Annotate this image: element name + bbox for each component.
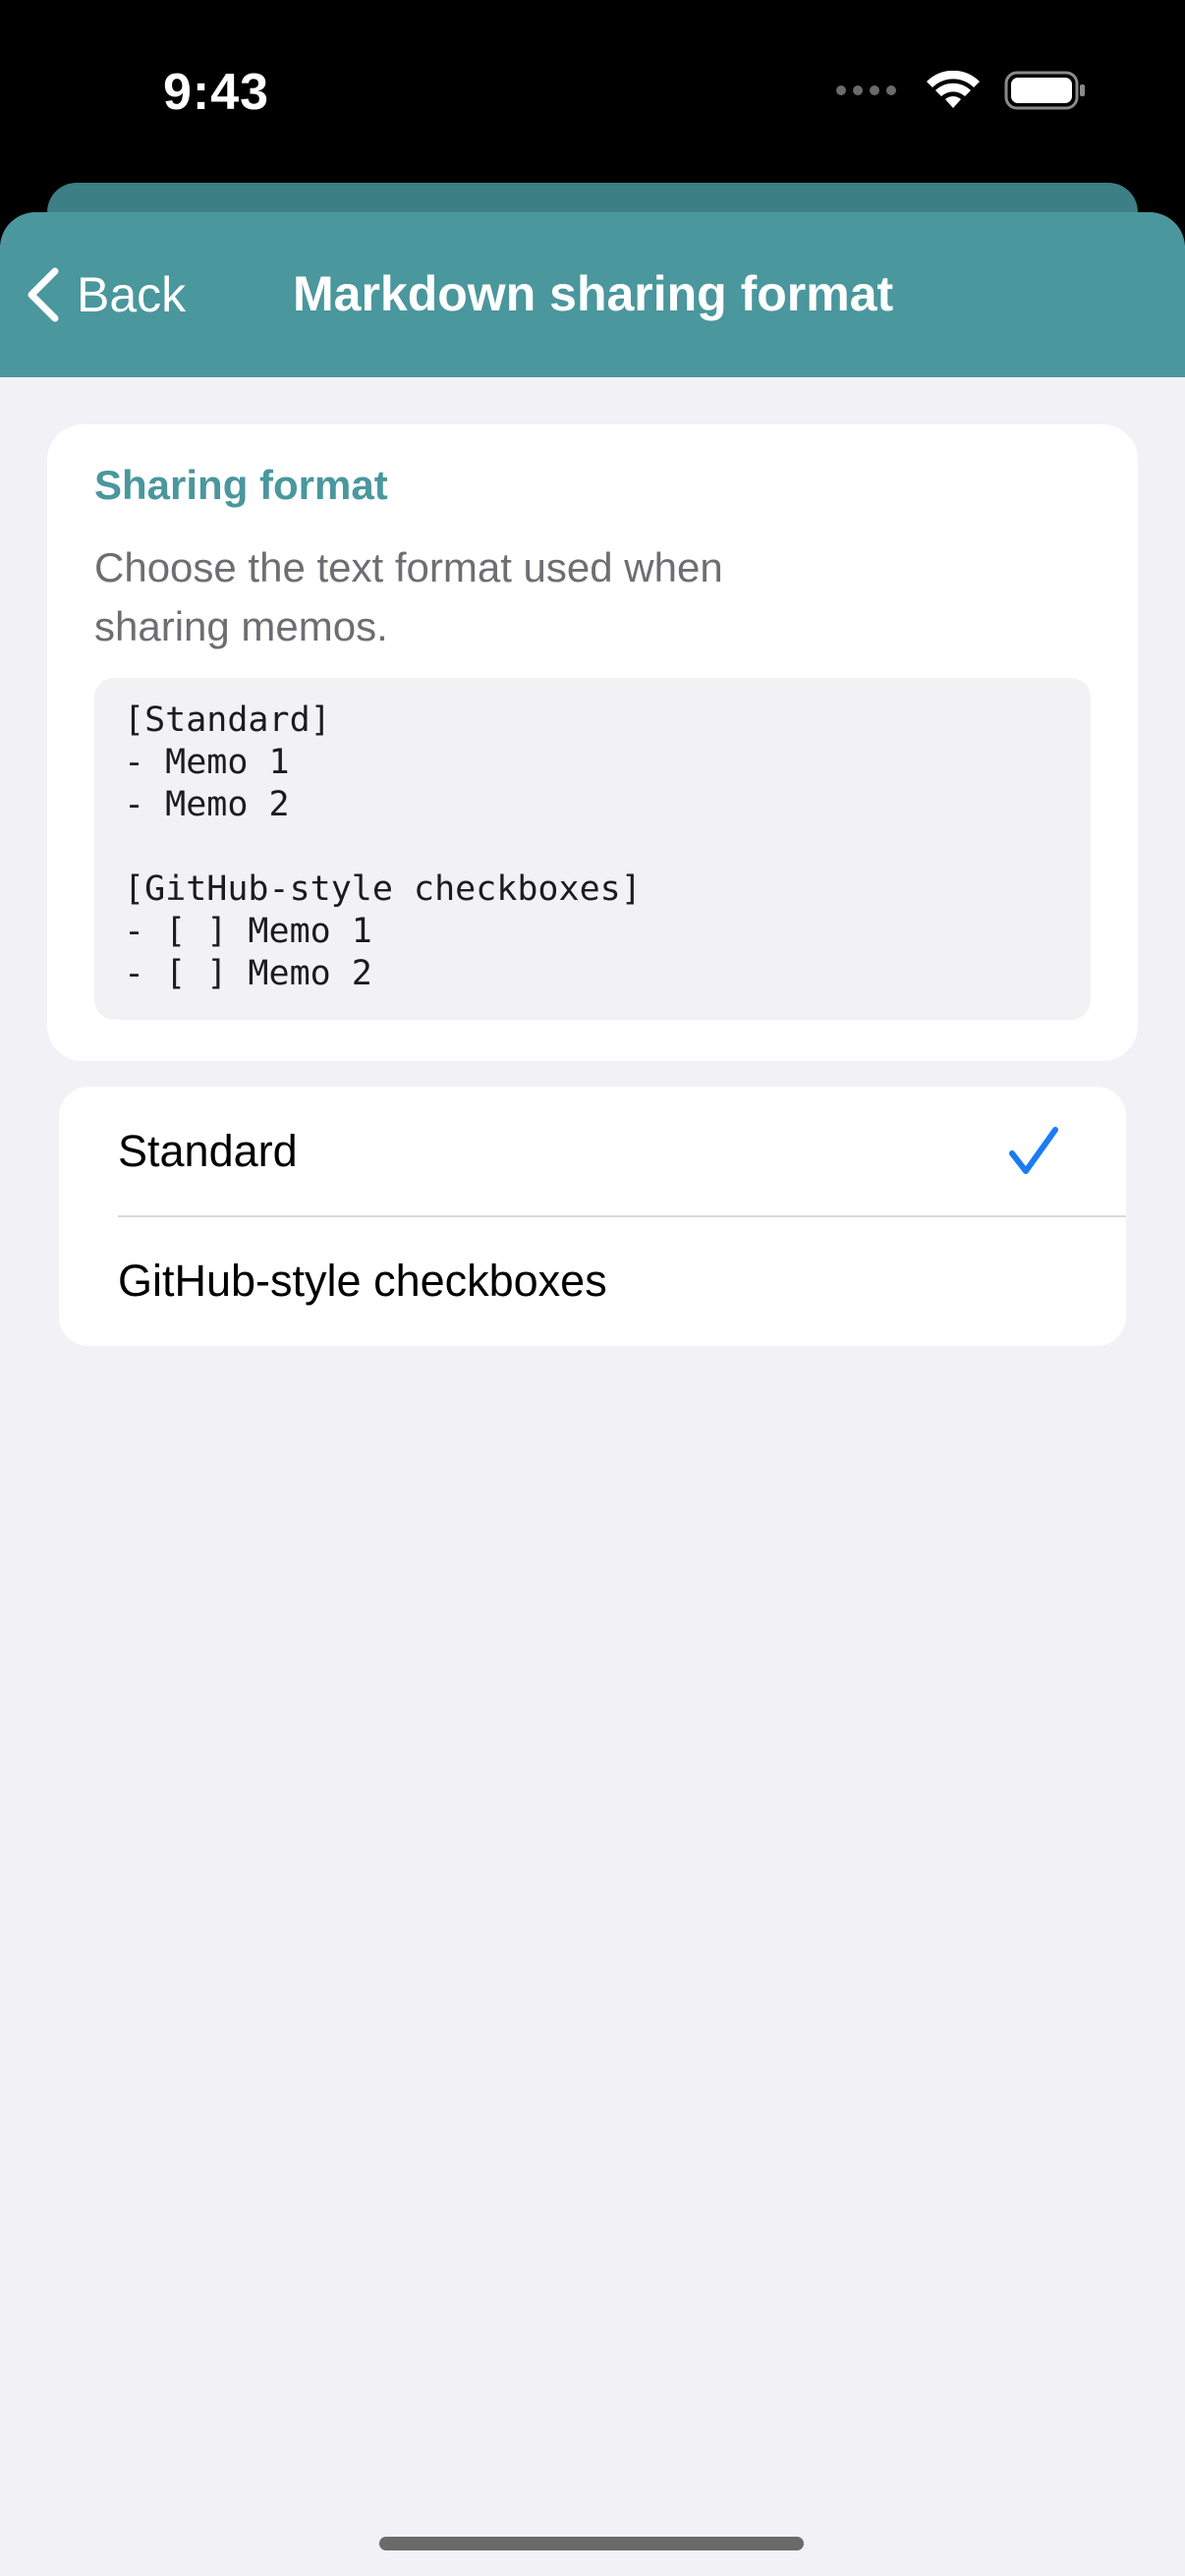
example-line: [Standard] (124, 700, 331, 740)
format-options-list: Standard GitHub-style checkboxes (59, 1087, 1126, 1346)
format-example-box: [Standard] - Memo 1 - Memo 2 [GitHub-sty… (94, 678, 1091, 1020)
status-icons (836, 71, 1087, 110)
option-label: GitHub-style checkboxes (118, 1256, 607, 1306)
page-title: Markdown sharing format (293, 266, 894, 321)
example-line: - Memo 2 (124, 785, 290, 824)
section-description: Choose the text format used when sharing… (94, 544, 723, 649)
example-line (124, 826, 1061, 868)
section-title: Sharing format (94, 462, 388, 508)
checkmark-icon (1009, 1127, 1058, 1174)
battery-icon (1004, 71, 1085, 110)
option-label: Standard (118, 1126, 298, 1176)
cellular-signal-icon (836, 85, 896, 95)
back-button-label: Back (77, 267, 187, 322)
option-github-style-checkboxes[interactable]: GitHub-style checkboxes (59, 1216, 1126, 1346)
example-line: - Memo 1 (124, 743, 290, 782)
chevron-left-icon (28, 267, 59, 322)
navigation-bar: Back Markdown sharing format (0, 212, 1185, 377)
option-standard[interactable]: Standard (59, 1087, 1126, 1217)
wifi-icon (927, 71, 980, 108)
home-indicator (379, 2537, 804, 2550)
example-line: [GitHub-style checkboxes] (124, 869, 642, 909)
back-button[interactable]: Back (24, 263, 186, 326)
status-time: 9:43 (163, 64, 270, 121)
example-line: - [ ] Memo 2 (124, 954, 372, 993)
example-line: - [ ] Memo 1 (124, 912, 372, 951)
sharing-format-info-card: Sharing format Choose the text format us… (47, 424, 1138, 1061)
